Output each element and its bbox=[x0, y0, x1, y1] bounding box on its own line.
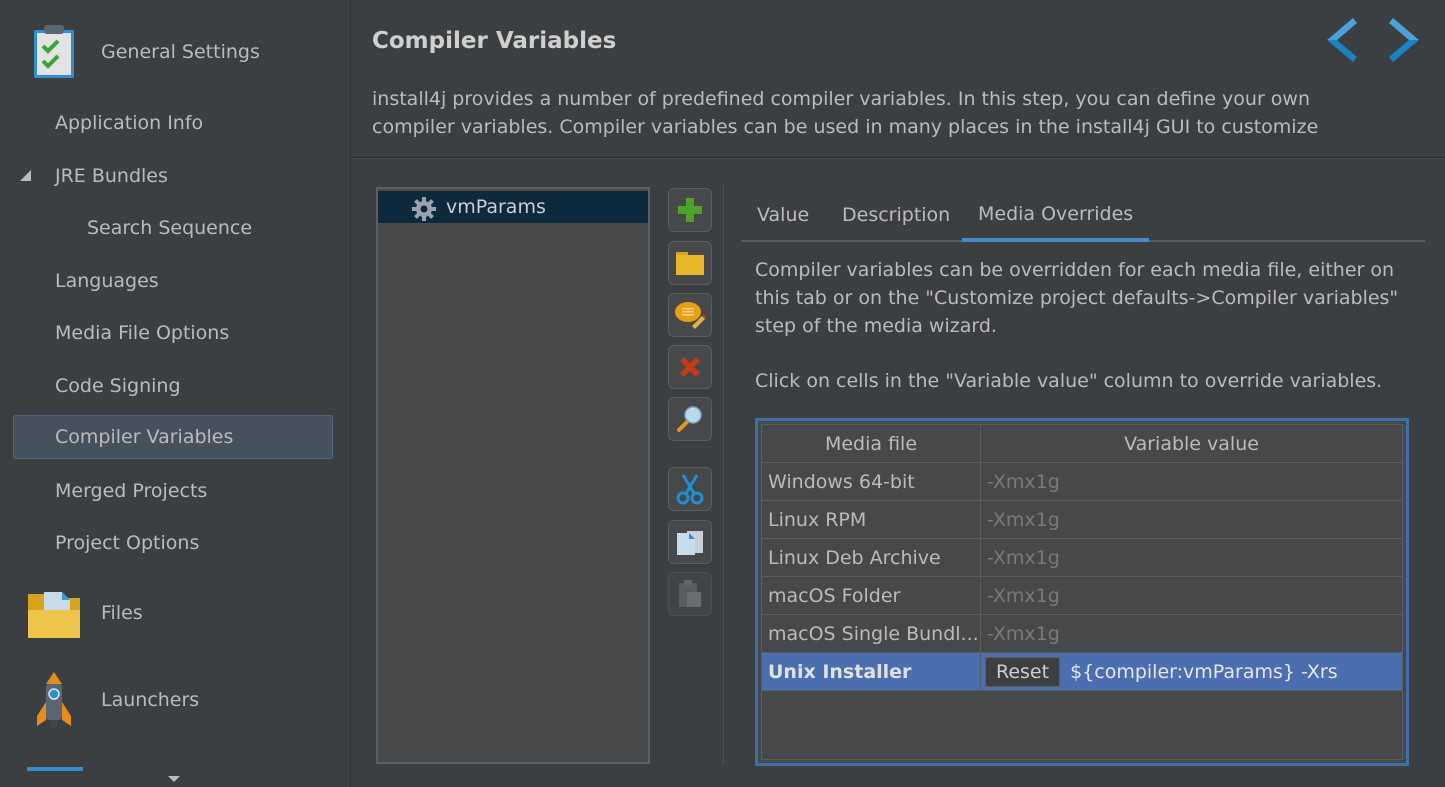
tab-bar: Value Description Media Overrides bbox=[741, 190, 1425, 242]
paste-button[interactable] bbox=[668, 572, 712, 616]
media-file-cell: Linux Deb Archive bbox=[762, 539, 981, 576]
variable-value-cell[interactable]: -Xmx1g bbox=[981, 577, 1402, 614]
media-file-cell: macOS Folder bbox=[762, 577, 981, 614]
media-overrides-table[interactable]: Media file Variable value Windows 64-bit… bbox=[755, 418, 1409, 766]
variable-name: vmParams bbox=[446, 196, 546, 218]
partial-section-icon bbox=[27, 767, 83, 771]
comment-edit-icon bbox=[675, 302, 706, 329]
sidebar-item-label: Search Sequence bbox=[87, 217, 253, 239]
cut-button[interactable] bbox=[668, 467, 712, 511]
add-group-button[interactable] bbox=[668, 241, 712, 285]
media-file-cell: Unix Installer bbox=[762, 653, 981, 690]
add-variable-button[interactable] bbox=[668, 188, 712, 232]
sidebar-item-merged-projects[interactable]: Merged Projects bbox=[13, 469, 333, 513]
chevron-right-icon[interactable] bbox=[1385, 12, 1429, 68]
sidebar-item-media-file-options[interactable]: Media File Options bbox=[13, 311, 333, 355]
sidebar: General Settings Application Info JRE Bu… bbox=[0, 0, 351, 787]
scissors-icon bbox=[676, 474, 704, 505]
variable-value-cell[interactable]: -Xmx1g bbox=[981, 615, 1402, 652]
variable-value-cell[interactable]: -Xmx1g bbox=[981, 501, 1402, 538]
variable-value-cell[interactable]: -Xmx1g bbox=[981, 539, 1402, 576]
sidebar-item-application-info[interactable]: Application Info bbox=[13, 101, 333, 145]
reset-button[interactable]: Reset bbox=[985, 656, 1061, 687]
table-row[interactable]: Linux Deb Archive -Xmx1g bbox=[762, 539, 1402, 577]
sidebar-item-label: Application Info bbox=[55, 112, 204, 134]
vertical-divider bbox=[723, 183, 724, 765]
variable-value-cell[interactable]: -Xmx1g bbox=[981, 463, 1402, 500]
sidebar-item-code-signing[interactable]: Code Signing bbox=[13, 364, 333, 408]
sidebar-section-label: General Settings bbox=[101, 41, 260, 63]
delete-variable-button[interactable] bbox=[668, 345, 712, 389]
sidebar-item-label: Languages bbox=[55, 270, 159, 292]
expand-triangle-icon[interactable] bbox=[20, 170, 31, 181]
magnifier-icon bbox=[677, 406, 702, 432]
clipboard-check-icon bbox=[34, 25, 74, 78]
table-row[interactable]: macOS Single Bundl... -Xmx1g bbox=[762, 615, 1402, 653]
edit-description-button[interactable] bbox=[668, 293, 712, 337]
sidebar-item-label: Media File Options bbox=[55, 322, 230, 344]
sidebar-section-label: Files bbox=[101, 602, 143, 624]
tab-value[interactable]: Value bbox=[741, 190, 825, 240]
folder-icon bbox=[676, 252, 704, 275]
sidebar-item-compiler-variables[interactable]: Compiler Variables bbox=[13, 415, 333, 459]
sidebar-item-label: JRE Bundles bbox=[55, 165, 168, 187]
sidebar-section-launchers[interactable]: Launchers bbox=[0, 670, 340, 732]
sidebar-section-label: Launchers bbox=[101, 689, 200, 711]
delete-x-icon bbox=[680, 357, 700, 377]
table-row[interactable]: macOS Folder -Xmx1g bbox=[762, 577, 1402, 615]
tab-media-overrides[interactable]: Media Overrides bbox=[962, 190, 1150, 242]
sidebar-item-project-options[interactable]: Project Options bbox=[13, 521, 333, 565]
plus-icon bbox=[678, 198, 702, 222]
table-header: Media file Variable value bbox=[762, 425, 1402, 463]
copy-icon bbox=[677, 531, 703, 555]
media-file-cell: Linux RPM bbox=[762, 501, 981, 538]
sidebar-item-label: Compiler Variables bbox=[55, 426, 234, 448]
scroll-down-arrow-icon[interactable] bbox=[168, 776, 180, 782]
media-file-cell: macOS Single Bundl... bbox=[762, 615, 981, 652]
table-row[interactable]: Linux RPM -Xmx1g bbox=[762, 501, 1402, 539]
page-header: Compiler Variables install4j provides a … bbox=[352, 0, 1445, 159]
paste-icon bbox=[679, 580, 701, 607]
column-header-variable-value[interactable]: Variable value bbox=[981, 425, 1402, 462]
override-value: ${compiler:vmParams} -Xrs bbox=[1070, 660, 1338, 683]
page-title: Compiler Variables bbox=[372, 28, 617, 54]
sidebar-item-jre-bundles[interactable]: JRE Bundles bbox=[13, 154, 333, 198]
gear-icon bbox=[412, 197, 436, 221]
sidebar-item-label: Project Options bbox=[55, 532, 200, 554]
media-overrides-info: Compiler variables can be overridden for… bbox=[755, 259, 1399, 337]
table-body: Media file Variable value Windows 64-bit… bbox=[761, 424, 1403, 760]
chevron-left-icon[interactable] bbox=[1317, 12, 1361, 68]
sidebar-section-general-settings[interactable]: General Settings bbox=[0, 24, 340, 84]
sidebar-item-label: Code Signing bbox=[55, 375, 181, 397]
page-description: install4j provides a number of predefine… bbox=[372, 88, 1319, 138]
column-header-media-file[interactable]: Media file bbox=[762, 425, 981, 462]
sidebar-item-languages[interactable]: Languages bbox=[13, 259, 333, 303]
copy-button[interactable] bbox=[668, 520, 712, 564]
tab-description[interactable]: Description bbox=[826, 190, 966, 240]
folder-icon bbox=[28, 592, 80, 638]
table-row[interactable]: Windows 64-bit -Xmx1g bbox=[762, 463, 1402, 501]
sidebar-item-search-sequence[interactable]: Search Sequence bbox=[13, 206, 333, 250]
media-file-cell: Windows 64-bit bbox=[762, 463, 981, 500]
variable-list[interactable]: vmParams bbox=[376, 187, 650, 764]
table-row-selected[interactable]: Unix Installer Reset ${compiler:vmParams… bbox=[762, 653, 1402, 691]
variable-row[interactable]: vmParams bbox=[378, 191, 648, 223]
variable-value-cell[interactable]: Reset ${compiler:vmParams} -Xrs bbox=[981, 653, 1402, 690]
find-usages-button[interactable] bbox=[668, 397, 712, 441]
sidebar-item-label: Merged Projects bbox=[55, 480, 208, 502]
sidebar-section-files[interactable]: Files bbox=[0, 584, 340, 644]
media-overrides-hint: Click on cells in the "Variable value" c… bbox=[755, 370, 1383, 392]
rocket-icon bbox=[37, 672, 71, 728]
